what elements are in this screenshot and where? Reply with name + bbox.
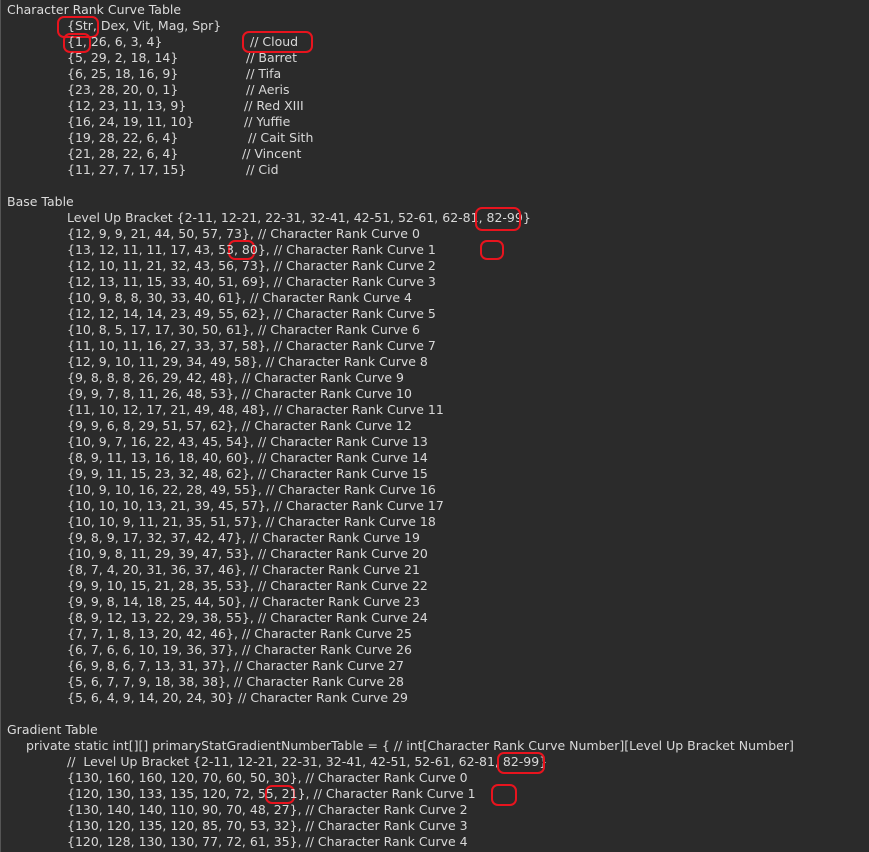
base-table-row: {10, 10, 9, 11, 21, 35, 51, 57}, // Char… bbox=[67, 514, 436, 529]
base-table-row: {9, 9, 11, 15, 23, 32, 48, 62}, // Chara… bbox=[67, 466, 428, 481]
rank-row-comment: // Cait Sith bbox=[248, 130, 314, 145]
rank-row-values: {1, 26, 6, 3, 4} bbox=[67, 34, 163, 49]
gradient-table-declaration: private static int[][] primaryStatGradie… bbox=[26, 738, 794, 753]
rank-row-comment: // Red XIII bbox=[244, 98, 304, 113]
rank-row-values: {16, 24, 19, 11, 10} bbox=[67, 114, 195, 129]
annotation-circle-gradient-curve-1 bbox=[491, 784, 517, 806]
base-table-row: {10, 8, 5, 17, 17, 30, 50, 61}, // Chara… bbox=[67, 322, 420, 337]
base-table-row: {8, 9, 12, 13, 22, 29, 38, 55}, // Chara… bbox=[67, 610, 428, 625]
gradient-table-row: {130, 140, 140, 110, 90, 70, 48, 27}, //… bbox=[67, 802, 468, 817]
base-table-row: {5, 6, 4, 9, 14, 20, 24, 30} // Characte… bbox=[67, 690, 408, 705]
rank-table-row: {16, 24, 19, 11, 10} // Yuffie bbox=[0, 114, 869, 130]
rank-table-row: {21, 28, 22, 6, 4} // Vincent bbox=[0, 146, 869, 162]
rank-row-comment: // Cid bbox=[246, 162, 279, 177]
rank-table-row: {12, 23, 11, 13, 9} // Red XIII bbox=[0, 98, 869, 114]
rank-row-comment: // Tifa bbox=[246, 66, 282, 81]
rank-row-values: {21, 28, 22, 6, 4} bbox=[67, 146, 179, 161]
base-table-row: {12, 10, 11, 21, 32, 43, 56, 73}, // Cha… bbox=[67, 258, 436, 273]
base-table-bracket-line: Level Up Bracket {2-11, 12-21, 22-31, 32… bbox=[67, 210, 531, 225]
rank-row-comment: // Yuffie bbox=[244, 114, 291, 129]
base-table-row: {13, 12, 11, 11, 17, 43, 53, 80}, // Cha… bbox=[67, 242, 436, 257]
base-table-row: {5, 6, 7, 7, 9, 18, 38, 38}, // Characte… bbox=[67, 674, 405, 689]
base-table-title: Base Table bbox=[7, 194, 74, 209]
base-table-row: {11, 10, 11, 16, 27, 33, 37, 58}, // Cha… bbox=[67, 338, 436, 353]
base-table-row: {9, 9, 6, 8, 29, 51, 57, 62}, // Charact… bbox=[67, 418, 412, 433]
rank-row-values: {11, 27, 7, 17, 15} bbox=[67, 162, 187, 177]
base-table-row: {11, 10, 12, 17, 21, 49, 48, 48}, // Cha… bbox=[67, 402, 444, 417]
gradient-table-row: {130, 120, 135, 120, 85, 70, 53, 32}, //… bbox=[67, 818, 468, 833]
base-table-row: {12, 9, 10, 11, 29, 34, 49, 58}, // Char… bbox=[67, 354, 428, 369]
annotation-circle-base-curve-1 bbox=[480, 240, 504, 260]
rank-row-values: {6, 25, 18, 16, 9} bbox=[67, 66, 179, 81]
rank-table-header: {Str, Dex, Vit, Mag, Spr} bbox=[67, 18, 222, 33]
rank-table-row: {11, 27, 7, 17, 15} // Cid bbox=[0, 162, 869, 178]
base-table-row: {9, 8, 9, 17, 32, 37, 42, 47}, // Charac… bbox=[67, 530, 420, 545]
rank-table-row: {6, 25, 18, 16, 9} // Tifa bbox=[0, 66, 869, 82]
rank-row-values: {23, 28, 20, 0, 1} bbox=[67, 82, 179, 97]
base-table-row: {10, 10, 10, 13, 21, 39, 45, 57}, // Cha… bbox=[67, 498, 444, 513]
base-table-row: {9, 9, 7, 8, 11, 26, 48, 53}, // Charact… bbox=[67, 386, 412, 401]
code-editor[interactable]: Character Rank Curve Table {Str, Dex, Vi… bbox=[0, 0, 869, 852]
rank-table-row: {1, 26, 6, 3, 4} // Cloud bbox=[0, 34, 869, 50]
rank-table-row: {5, 29, 2, 18, 14} // Barret bbox=[0, 50, 869, 66]
base-table-row: {6, 7, 6, 6, 10, 19, 36, 37}, // Charact… bbox=[67, 642, 412, 657]
rank-table-row: {19, 28, 22, 6, 4} // Cait Sith bbox=[0, 130, 869, 146]
rank-row-comment: // Aeris bbox=[246, 82, 290, 97]
rank-row-comment: // Vincent bbox=[242, 146, 302, 161]
gradient-table-row: {120, 130, 133, 135, 120, 72, 55, 21}, /… bbox=[67, 786, 476, 801]
base-table-row: {9, 9, 8, 14, 18, 25, 44, 50}, // Charac… bbox=[67, 594, 420, 609]
rank-row-comment: // Barret bbox=[246, 50, 298, 65]
gradient-table-row: {120, 128, 130, 130, 77, 72, 61, 35}, //… bbox=[67, 834, 468, 849]
rank-row-values: {5, 29, 2, 18, 14} bbox=[67, 50, 179, 65]
base-table-row: {9, 9, 10, 15, 21, 28, 35, 53}, // Chara… bbox=[67, 578, 428, 593]
gradient-table-bracket-line: // Level Up Bracket {2-11, 12-21, 22-31,… bbox=[67, 754, 548, 769]
rank-table-title: Character Rank Curve Table bbox=[7, 2, 182, 17]
rank-row-comment: // Cloud bbox=[250, 34, 299, 49]
base-table-row: {10, 9, 10, 16, 22, 28, 49, 55}, // Char… bbox=[67, 482, 436, 497]
base-table-row: {10, 9, 8, 8, 30, 33, 40, 61}, // Charac… bbox=[67, 290, 412, 305]
base-table-row: {6, 9, 8, 6, 7, 13, 31, 37}, // Characte… bbox=[67, 658, 405, 673]
base-table-row: {8, 9, 11, 13, 16, 18, 40, 60}, // Chara… bbox=[67, 450, 428, 465]
gradient-table-title: Gradient Table bbox=[7, 722, 98, 737]
rank-row-values: {19, 28, 22, 6, 4} bbox=[67, 130, 179, 145]
base-table-row: {12, 13, 11, 15, 33, 40, 51, 69}, // Cha… bbox=[67, 274, 436, 289]
base-table-row: {8, 7, 4, 20, 31, 36, 37, 46}, // Charac… bbox=[67, 562, 420, 577]
base-table-row: {7, 7, 1, 8, 13, 20, 42, 46}, // Charact… bbox=[67, 626, 412, 641]
rank-row-values: {12, 23, 11, 13, 9} bbox=[67, 98, 187, 113]
rank-table-row: {23, 28, 20, 0, 1} // Aeris bbox=[0, 82, 869, 98]
base-table-row: {10, 9, 7, 16, 22, 43, 45, 54}, // Chara… bbox=[67, 434, 428, 449]
base-table-row: {9, 8, 8, 8, 26, 29, 42, 48}, // Charact… bbox=[67, 370, 405, 385]
gradient-table-row: {130, 160, 160, 120, 70, 60, 50, 30}, //… bbox=[67, 770, 468, 785]
base-table-row: {12, 12, 14, 14, 23, 49, 55, 62}, // Cha… bbox=[67, 306, 436, 321]
base-table-row: {12, 9, 9, 21, 44, 50, 57, 73}, // Chara… bbox=[67, 226, 420, 241]
base-table-row: {10, 9, 8, 11, 29, 39, 47, 53}, // Chara… bbox=[67, 546, 428, 561]
